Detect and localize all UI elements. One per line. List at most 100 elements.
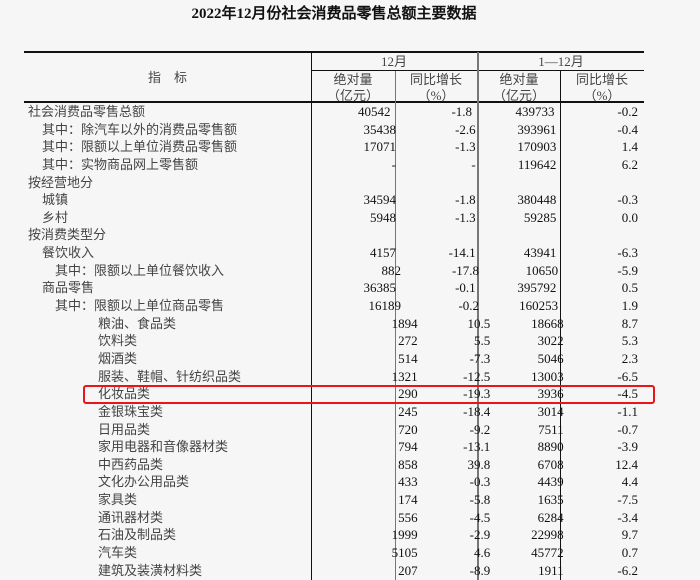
header-unit: （%） <box>583 88 621 103</box>
ytd-yoy <box>561 174 644 192</box>
header-label: 绝对量 <box>333 72 373 87</box>
ytd-absolute: 8890 <box>537 439 564 455</box>
table-row: 社会消费品零售总额 40542 -1.8 439733 -0.2 <box>24 103 644 121</box>
ytd-absolute: 3014 <box>537 403 564 419</box>
ytd-absolute: 5046 <box>537 350 564 366</box>
row-label: 家具类 <box>98 492 138 508</box>
ytd-yoy: 1.4 <box>621 139 638 155</box>
month-absolute: 34594 <box>363 192 396 208</box>
table-row: 按消费类型分 <box>24 226 644 244</box>
month-yoy: -1.3 <box>455 139 476 155</box>
table-row: 建筑及装潢材料类 207 -8.9 1911 -6.2 <box>24 562 644 580</box>
month-absolute: 556 <box>398 509 418 525</box>
row-label: 日用品类 <box>98 421 151 437</box>
ytd-absolute: 119642 <box>517 156 557 172</box>
month-absolute: 174 <box>398 492 418 508</box>
ytd-yoy: 8.7 <box>621 315 638 331</box>
table-row: 粮油、食品类 1894 10.5 18668 8.7 <box>24 315 644 333</box>
table-row: 烟酒类 514 -7.3 5046 2.3 <box>24 350 644 368</box>
ytd-absolute: 380448 <box>517 192 557 208</box>
month-absolute: 5105 <box>391 545 418 561</box>
row-label: 粮油、食品类 <box>98 315 177 331</box>
ytd-yoy: 5.3 <box>621 333 638 349</box>
ytd-yoy: 9.7 <box>621 527 638 543</box>
month-absolute: 16189 <box>368 298 402 314</box>
ytd-yoy: -0.2 <box>617 104 638 119</box>
ytd-absolute: 43941 <box>523 245 557 261</box>
header-unit: （亿元） <box>492 88 545 103</box>
row-label: 建筑及装潢材料类 <box>98 562 203 578</box>
highlight-box <box>83 385 655 404</box>
table-row: 石油及制品类 1999 -2.9 22998 9.7 <box>24 526 644 544</box>
row-label: 商品零售 <box>42 280 95 296</box>
month-yoy: -2.6 <box>455 121 476 137</box>
row-label: 家用电器和音像器材类 <box>98 439 229 455</box>
table-row: 乡村 5948 -1.3 59285 0.0 <box>24 209 644 227</box>
month-absolute: 5948 <box>369 209 396 225</box>
data-table-body: 社会消费品零售总额 40542 -1.8 439733 -0.2 其中：除汽车以外的消费品… <box>24 103 644 579</box>
month-yoy <box>397 226 478 244</box>
month-absolute: 35438 <box>363 121 396 137</box>
month-absolute: 794 <box>398 439 418 455</box>
ytd-absolute: 395792 <box>517 280 557 296</box>
row-label: 城镇 <box>42 192 69 208</box>
month-yoy: 5.5 <box>473 333 491 349</box>
ytd-yoy: 0.5 <box>621 280 638 296</box>
month-absolute: 245 <box>398 403 418 419</box>
header-label: 绝对量 <box>499 72 539 87</box>
month-absolute: 207 <box>398 562 418 578</box>
month-yoy: -18.4 <box>463 403 491 419</box>
header-period-month: 12月 <box>380 54 407 69</box>
month-absolute: - <box>391 156 396 172</box>
ytd-yoy: -3.4 <box>617 509 638 525</box>
table-row: 其中：限额以上单位消费品零售额 17071 -1.3 170903 1.4 <box>24 138 644 156</box>
ytd-yoy: -3.9 <box>617 439 638 455</box>
month-absolute <box>313 226 396 244</box>
row-label: 饮料类 <box>98 333 138 349</box>
month-yoy: -0.3 <box>469 474 491 490</box>
month-yoy: -9.2 <box>469 421 491 437</box>
month-absolute <box>313 174 396 192</box>
table-row: 通讯器材类 556 -4.5 6284 -3.4 <box>24 509 644 527</box>
ytd-yoy: -7.5 <box>617 492 638 508</box>
month-yoy: -4.5 <box>469 509 491 525</box>
month-yoy: -0.1 <box>455 280 476 296</box>
ytd-absolute: 45772 <box>531 545 564 561</box>
ytd-yoy: -0.3 <box>617 192 638 208</box>
row-label: 其中：实物商品网上零售额 <box>42 156 199 172</box>
ytd-yoy: -0.7 <box>617 421 638 437</box>
ytd-absolute: 1635 <box>537 492 564 508</box>
ytd-absolute: 4439 <box>537 474 564 490</box>
table-row: 家用电器和音像器材类 794 -13.1 8890 -3.9 <box>24 438 644 456</box>
ytd-yoy: -1.1 <box>617 403 638 419</box>
month-yoy: -5.8 <box>469 492 491 508</box>
row-label: 石油及制品类 <box>98 527 177 543</box>
ytd-absolute: 6284 <box>537 509 564 525</box>
ytd-yoy: -6.5 <box>617 368 638 384</box>
ytd-absolute: 393961 <box>517 121 557 137</box>
ytd-absolute: 160253 <box>519 298 559 314</box>
month-yoy: -8.9 <box>469 562 491 578</box>
month-yoy: -1.8 <box>455 192 476 208</box>
row-label: 其中：限额以上单位餐饮收入 <box>55 262 225 278</box>
month-yoy: 10.5 <box>467 315 491 331</box>
month-yoy: -12.5 <box>463 368 491 384</box>
table-row: 按经营地分 <box>24 174 644 192</box>
table-row: 城镇 34594 -1.8 380448 -0.3 <box>24 191 644 209</box>
row-label: 社会消费品零售总额 <box>28 104 146 119</box>
header-unit: （亿元） <box>326 88 379 103</box>
month-yoy <box>397 174 478 192</box>
row-label: 按经营地分 <box>28 174 94 190</box>
header-label: 同比增长 <box>409 72 462 87</box>
table-row: 商品零售 36385 -0.1 395792 0.5 <box>24 279 644 297</box>
row-label: 汽车类 <box>98 545 138 561</box>
ytd-absolute: 439733 <box>515 104 555 119</box>
month-absolute: 1894 <box>391 315 418 331</box>
ytd-yoy: -5.9 <box>617 262 638 278</box>
ytd-yoy: 6.2 <box>621 156 638 172</box>
table-row: 日用品类 720 -9.2 7511 -0.7 <box>24 421 644 439</box>
row-label: 服装、鞋帽、针纺织品类 <box>98 368 242 384</box>
table-row: 其中：限额以上单位餐饮收入 882 -17.8 10650 -5.9 <box>24 262 644 280</box>
ytd-absolute: 7511 <box>538 421 564 437</box>
ytd-absolute: 10650 <box>525 262 559 278</box>
